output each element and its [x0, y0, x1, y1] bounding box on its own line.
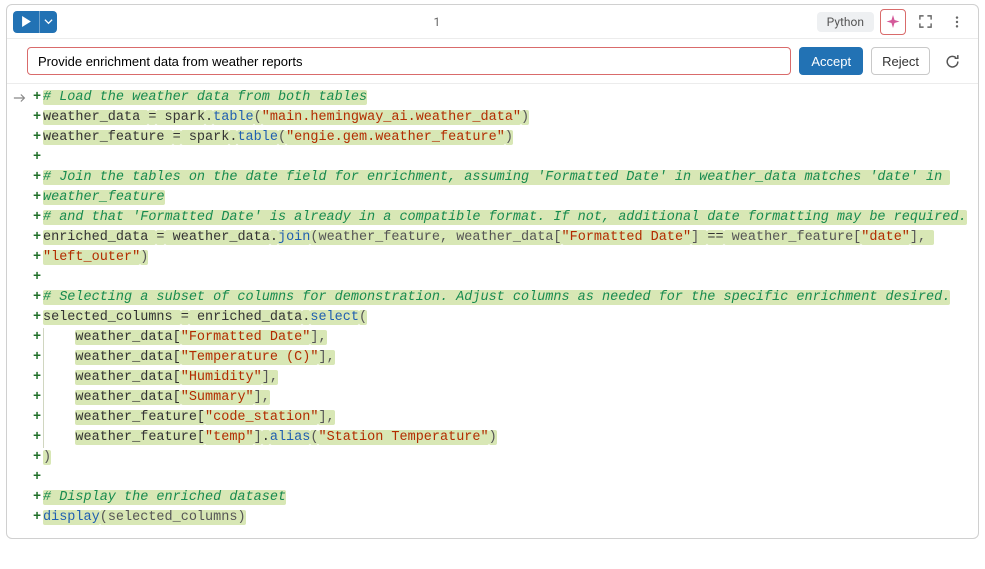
accept-button[interactable]: Accept: [799, 47, 863, 75]
diff-add-marker: +: [31, 368, 43, 388]
code-line[interactable]: display(selected_columns): [43, 508, 960, 528]
code-line[interactable]: weather_feature = spark.table("engie.gem…: [43, 128, 960, 148]
ai-prompt-row: Accept Reject: [7, 39, 978, 84]
code-line[interactable]: [43, 268, 960, 288]
code-line[interactable]: # Load the weather data from both tables: [43, 88, 960, 108]
code-line[interactable]: # Join the tables on the date field for …: [43, 168, 960, 188]
chevron-down-icon: [44, 17, 53, 26]
diff-add-marker: +: [31, 268, 43, 288]
code-line[interactable]: enriched_data = weather_data.join(weathe…: [43, 228, 960, 248]
fullscreen-icon: [918, 14, 933, 29]
code-line[interactable]: "left_outer"): [43, 248, 960, 268]
regenerate-button[interactable]: [938, 47, 966, 75]
diff-add-marker: +: [31, 288, 43, 308]
code-lines[interactable]: # Load the weather data from both tables…: [43, 88, 968, 528]
code-line[interactable]: weather_data["Formatted Date"],: [43, 328, 960, 348]
diff-add-marker: +: [31, 448, 43, 468]
reject-button[interactable]: Reject: [871, 47, 930, 75]
code-line[interactable]: [43, 468, 960, 488]
run-button-group: [13, 11, 57, 33]
code-line[interactable]: ): [43, 448, 960, 468]
play-icon: [21, 16, 32, 27]
code-line[interactable]: weather_data["Summary"],: [43, 388, 960, 408]
diff-add-marker: +: [31, 248, 43, 268]
code-line[interactable]: weather_feature["code_station"],: [43, 408, 960, 428]
diff-add-marker: +: [31, 128, 43, 148]
fold-arrow-icon[interactable]: [9, 88, 31, 108]
ai-prompt-input[interactable]: [27, 47, 791, 75]
cell-toolbar: 1 Python: [7, 5, 978, 39]
diff-add-marker: +: [31, 228, 43, 248]
diff-add-marker: +: [31, 468, 43, 488]
diff-add-marker: +: [31, 148, 43, 168]
ai-assist-button[interactable]: [880, 9, 906, 35]
language-badge[interactable]: Python: [817, 12, 874, 32]
fold-arrow-gutter: [9, 88, 31, 528]
diff-add-marker: +: [31, 508, 43, 528]
code-line[interactable]: # and that 'Formatted Date' is already i…: [43, 208, 960, 228]
diff-add-marker: +: [31, 428, 43, 448]
code-editor[interactable]: ++++++++++++++++++++++ # Load the weathe…: [7, 84, 978, 538]
diff-add-marker: +: [31, 388, 43, 408]
code-line[interactable]: # Display the enriched dataset: [43, 488, 960, 508]
code-line[interactable]: weather_data = spark.table("main.hemingw…: [43, 108, 960, 128]
code-line[interactable]: # Selecting a subset of columns for demo…: [43, 288, 960, 308]
diff-add-marker: +: [31, 188, 43, 208]
code-line[interactable]: weather_feature: [43, 188, 960, 208]
diff-add-marker: +: [31, 308, 43, 328]
code-line[interactable]: [43, 148, 960, 168]
diff-add-gutter: ++++++++++++++++++++++: [31, 88, 43, 528]
code-line[interactable]: selected_columns = enriched_data.select(: [43, 308, 960, 328]
notebook-cell: 1 Python Accept Reject: [6, 4, 979, 539]
more-options-button[interactable]: [944, 9, 970, 35]
refresh-icon: [944, 53, 961, 70]
code-line[interactable]: weather_data["Humidity"],: [43, 368, 960, 388]
diff-add-marker: +: [31, 408, 43, 428]
sparkle-icon: [885, 14, 901, 30]
diff-add-marker: +: [31, 488, 43, 508]
cell-number: 1: [63, 15, 811, 29]
diff-add-marker: +: [31, 328, 43, 348]
code-line[interactable]: weather_feature["temp"].alias("Station T…: [43, 428, 960, 448]
fullscreen-button[interactable]: [912, 9, 938, 35]
diff-add-marker: +: [31, 88, 43, 108]
run-dropdown[interactable]: [39, 11, 57, 33]
run-button[interactable]: [13, 11, 39, 33]
kebab-icon: [950, 15, 964, 29]
diff-add-marker: +: [31, 168, 43, 188]
diff-add-marker: +: [31, 108, 43, 128]
diff-add-marker: +: [31, 348, 43, 368]
diff-add-marker: +: [31, 208, 43, 228]
code-line[interactable]: weather_data["Temperature (C)"],: [43, 348, 960, 368]
